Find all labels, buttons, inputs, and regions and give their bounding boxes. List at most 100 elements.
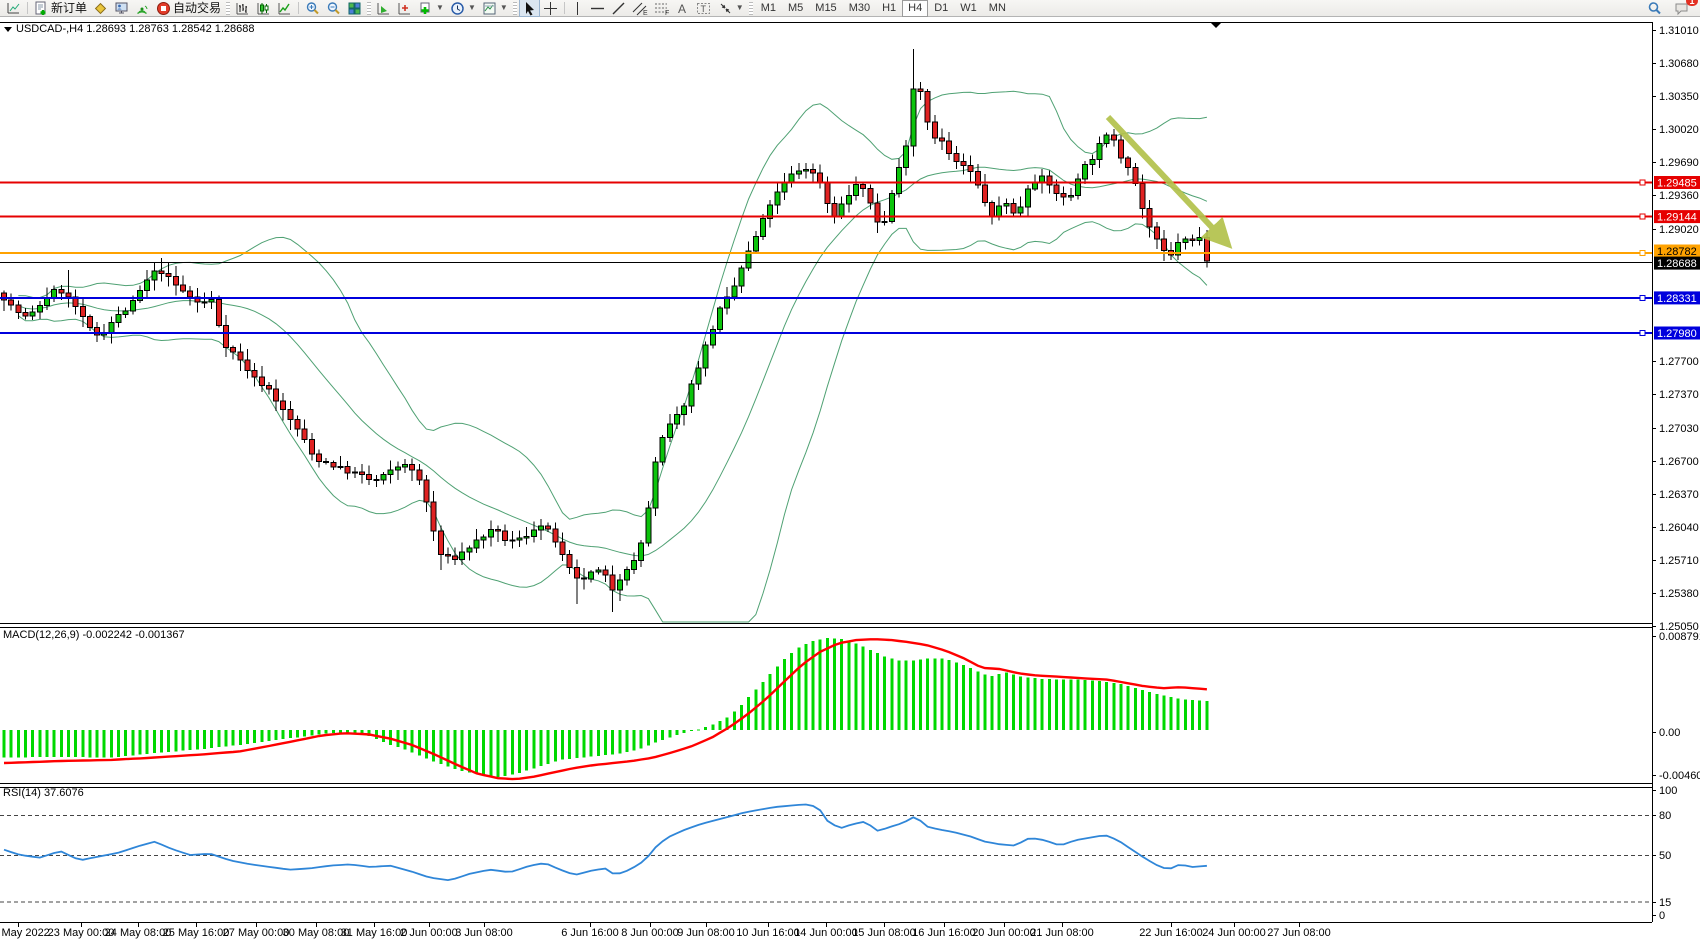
candle-up xyxy=(116,315,121,323)
template-icon xyxy=(482,1,497,16)
macd-bar xyxy=(403,730,406,750)
timeframe-MN-button[interactable]: MN xyxy=(983,0,1012,17)
macd-bar xyxy=(60,730,63,757)
macd-bar xyxy=(1134,688,1137,730)
periods-button[interactable]: ▼ xyxy=(447,0,479,17)
timeframe-H1-button[interactable]: H1 xyxy=(876,0,902,17)
arrows-icon xyxy=(718,1,733,16)
timeframe-M1-button[interactable]: M1 xyxy=(755,0,782,17)
hline-handle[interactable] xyxy=(1640,180,1645,185)
fibonacci-button[interactable]: F xyxy=(651,0,673,17)
candle-chart-button[interactable] xyxy=(253,0,274,17)
timeframe-M30-button[interactable]: M30 xyxy=(843,0,876,17)
line-chart-icon xyxy=(277,1,292,16)
chart-object-button[interactable] xyxy=(90,0,111,17)
price-tick-label: 1.30350 xyxy=(1659,91,1699,103)
chart-canvas[interactable]: 1.310101.306801.303501.300201.296901.293… xyxy=(0,0,1700,942)
zoom-in-button[interactable] xyxy=(302,0,323,17)
vertical-line-button[interactable] xyxy=(568,0,587,17)
candle-down xyxy=(1118,140,1123,158)
macd-axis-label: 0.00 xyxy=(1659,727,1680,739)
candle-up xyxy=(395,467,400,470)
signals-button[interactable] xyxy=(132,0,153,17)
market-watch-button[interactable] xyxy=(111,0,132,17)
macd-bar xyxy=(504,730,507,776)
line-chart-button[interactable] xyxy=(274,0,295,17)
macd-bar xyxy=(1084,680,1087,730)
new-chart-icon xyxy=(6,1,21,16)
new-chart-button[interactable] xyxy=(3,0,24,17)
candle-down xyxy=(818,173,823,182)
macd-bar xyxy=(668,730,671,738)
candle-up xyxy=(1104,135,1109,144)
macd-bar xyxy=(955,662,958,730)
templates-button[interactable]: ▼ xyxy=(479,0,511,17)
crosshair-button[interactable] xyxy=(540,0,561,17)
hline-handle[interactable] xyxy=(1640,295,1645,300)
candle-down xyxy=(2,293,7,300)
time-tick-label: 30 May 08:00 xyxy=(283,927,350,939)
macd-bar xyxy=(1062,680,1065,730)
horizontal-line-button[interactable] xyxy=(587,0,608,17)
macd-bar xyxy=(962,665,965,730)
macd-bar xyxy=(676,730,679,735)
timeframe-M5-button[interactable]: M5 xyxy=(782,0,809,17)
macd-bar xyxy=(461,730,464,771)
cursor-button[interactable] xyxy=(519,0,540,17)
candle-up xyxy=(531,530,536,536)
channel-button[interactable]: E xyxy=(629,0,651,17)
timeframe-W1-button[interactable]: W1 xyxy=(954,0,983,17)
candle-down xyxy=(66,293,71,297)
new-order-button[interactable]: 新订单 xyxy=(31,0,90,17)
candle-up xyxy=(803,169,808,171)
macd-bar xyxy=(497,730,500,777)
trendline-button[interactable] xyxy=(608,0,629,17)
time-tick-label: 2 Jun 00:00 xyxy=(400,927,458,939)
text-button[interactable]: A xyxy=(673,0,693,17)
candle-up xyxy=(589,572,594,579)
notifications-button[interactable]: 1 xyxy=(1671,0,1693,17)
autotrade-button[interactable]: 自动交易 xyxy=(153,0,224,17)
bar-chart-button[interactable] xyxy=(232,0,253,17)
candle-down xyxy=(438,531,443,554)
macd-bar xyxy=(661,730,664,740)
hline-handle[interactable] xyxy=(1640,250,1645,255)
time-tick-label: 14 Jun 00:00 xyxy=(794,927,858,939)
timeframe-M15-button[interactable]: M15 xyxy=(809,0,842,17)
indicator-list-button[interactable] xyxy=(373,0,394,17)
arrows-tool-button[interactable]: ▼ xyxy=(715,0,747,17)
diamond-icon xyxy=(93,1,108,16)
macd-bar xyxy=(153,730,156,753)
time-tick-label: 9 Jun 08:00 xyxy=(677,927,735,939)
hline-handle[interactable] xyxy=(1640,331,1645,336)
candle-up xyxy=(152,271,157,280)
timeframe-H4-button[interactable]: H4 xyxy=(902,0,928,17)
separator xyxy=(27,2,28,14)
candle-up xyxy=(897,167,902,193)
candle-down xyxy=(1190,239,1195,241)
macd-bar xyxy=(840,639,843,730)
candle-up xyxy=(1018,207,1023,213)
candle-up xyxy=(839,204,844,216)
hline-handle[interactable] xyxy=(1640,214,1645,219)
crosshair-mode-button[interactable] xyxy=(394,0,415,17)
add-indicator-button[interactable]: ▼ xyxy=(415,0,447,17)
candle-up xyxy=(696,368,701,384)
candle-down xyxy=(581,578,586,579)
chart-menu-icon[interactable] xyxy=(4,27,12,32)
candle-down xyxy=(302,429,307,439)
zoom-out-button[interactable] xyxy=(323,0,344,17)
macd-bar xyxy=(1034,678,1037,730)
channel-icon: E xyxy=(632,1,648,16)
candle-down xyxy=(317,454,322,462)
search-button[interactable] xyxy=(1644,0,1665,17)
tile-windows-icon xyxy=(347,1,362,16)
macd-bar xyxy=(926,659,929,730)
macd-bar xyxy=(625,730,628,752)
text-label-button[interactable]: T xyxy=(693,0,715,17)
macd-bar xyxy=(1155,694,1158,730)
candle-up xyxy=(782,183,787,192)
tile-windows-button[interactable] xyxy=(344,0,365,17)
candle-up xyxy=(1090,159,1095,164)
timeframe-D1-button[interactable]: D1 xyxy=(928,0,954,17)
